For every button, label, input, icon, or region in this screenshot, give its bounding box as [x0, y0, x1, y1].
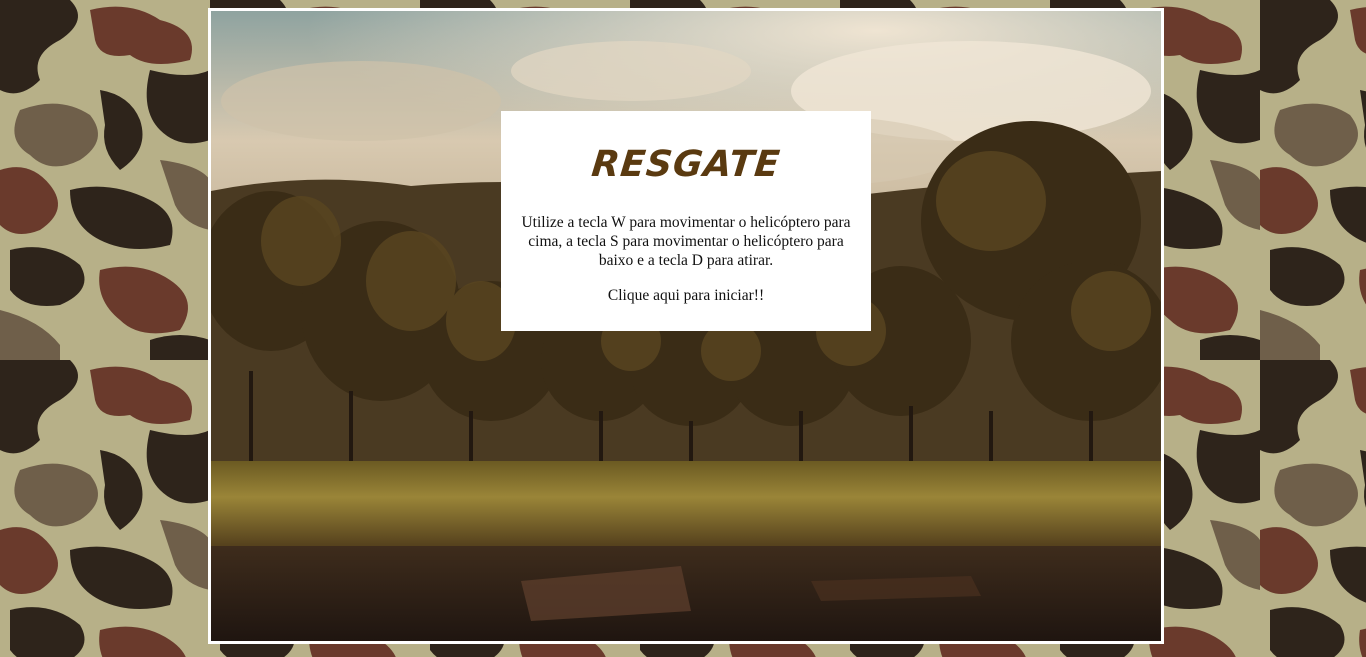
game-area[interactable]: RESGATE Utilize a tecla W para movimenta… — [208, 8, 1164, 644]
instructions-text: Utilize a tecla W para movimentar o heli… — [521, 214, 851, 269]
start-panel[interactable]: RESGATE Utilize a tecla W para movimenta… — [501, 111, 871, 331]
start-game-link[interactable]: Clique aqui para iniciar!! — [501, 287, 871, 305]
game-title: RESGATE — [589, 144, 783, 185]
